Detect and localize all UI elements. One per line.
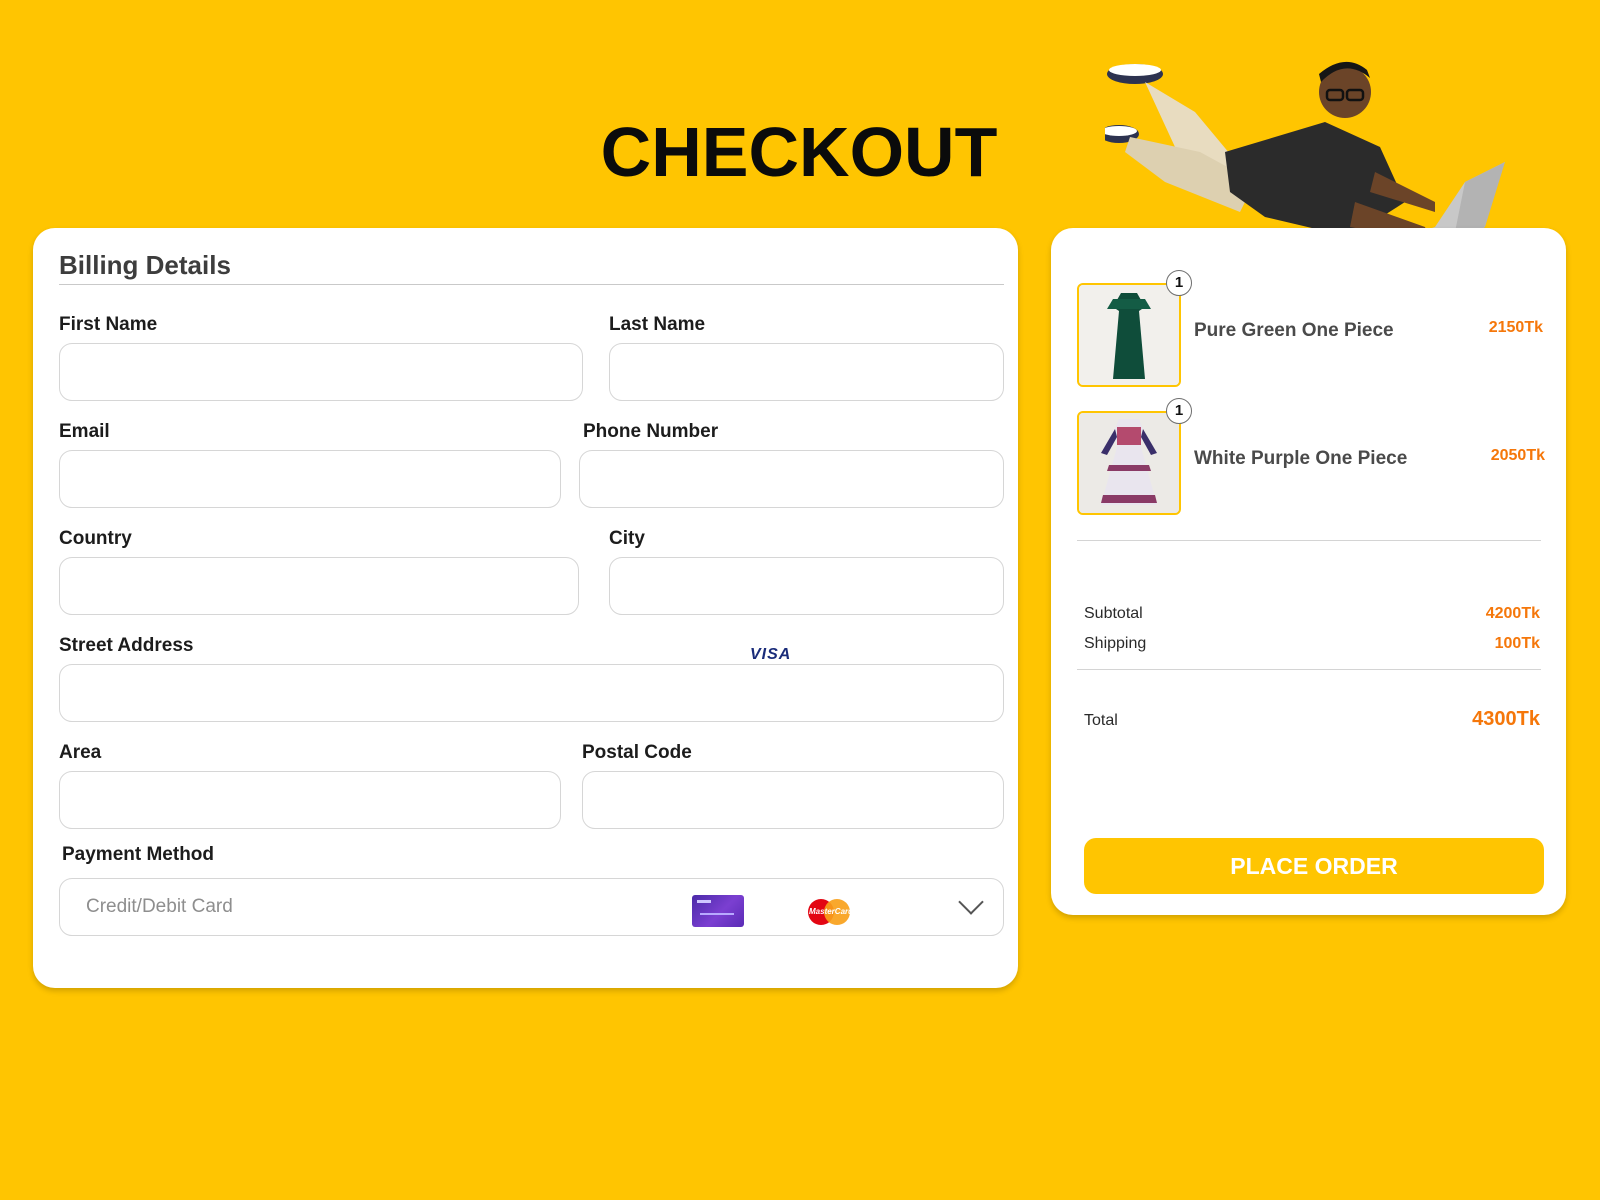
mastercard-icon: MasterCard: [808, 899, 853, 925]
item-name: Pure Green One Piece: [1194, 320, 1394, 341]
phone-number-label: Phone Number: [583, 421, 719, 442]
item-name: White Purple One Piece: [1194, 448, 1408, 469]
chevron-down-icon[interactable]: [958, 889, 984, 915]
city-input[interactable]: [609, 557, 1004, 615]
credit-card-icon: [692, 895, 744, 927]
country-input[interactable]: [59, 557, 579, 615]
billing-details-card: Billing Details First Name Last Name Ema…: [33, 228, 1018, 988]
postal-code-label: Postal Code: [582, 742, 692, 763]
shipping-value: 100Tk: [1494, 635, 1540, 652]
item-price: 2050Tk: [1490, 447, 1545, 464]
area-label: Area: [59, 742, 102, 763]
payment-method-label: Payment Method: [62, 844, 215, 865]
cart-item: 1 Pure Green One Piece 2150Tk: [1077, 270, 1547, 389]
visa-icon: VISA: [750, 646, 792, 663]
billing-details-title: Billing Details: [59, 250, 231, 280]
last-name-label: Last Name: [609, 314, 706, 335]
order-summary-card: 1 Pure Green One Piece 2150Tk 1 White Pu…: [1051, 228, 1566, 915]
area-input[interactable]: [59, 771, 561, 829]
summary-divider: [1077, 669, 1541, 670]
first-name-label: First Name: [59, 314, 158, 335]
last-name-input[interactable]: [609, 343, 1004, 401]
email-input[interactable]: [59, 450, 561, 508]
item-price: 2150Tk: [1488, 319, 1543, 336]
cart-item: 1 White Purple One Piece 2050Tk: [1077, 398, 1547, 517]
summary-divider: [1077, 540, 1541, 541]
product-thumbnail[interactable]: [1077, 283, 1181, 387]
quantity-badge: 1: [1166, 270, 1192, 296]
subtotal-label: Subtotal: [1084, 605, 1143, 622]
country-label: Country: [59, 528, 132, 549]
payment-method-value: Credit/Debit Card: [86, 896, 233, 917]
postal-code-input[interactable]: [582, 771, 1004, 829]
shipping-label: Shipping: [1084, 635, 1147, 652]
phone-number-input[interactable]: [579, 450, 1004, 508]
street-address-input[interactable]: [59, 664, 1004, 722]
city-label: City: [609, 528, 645, 549]
subtotal-value: 4200Tk: [1485, 605, 1540, 622]
first-name-input[interactable]: [59, 343, 583, 401]
payment-method-select[interactable]: Credit/Debit Card MasterCard: [59, 878, 1004, 936]
section-divider: [59, 284, 1004, 285]
total-label: Total: [1084, 712, 1118, 729]
street-address-label: Street Address: [59, 635, 194, 656]
product-thumbnail[interactable]: [1077, 411, 1181, 515]
total-value: 4300Tk: [1472, 708, 1540, 730]
email-label: Email: [59, 421, 110, 442]
quantity-badge: 1: [1166, 398, 1192, 424]
place-order-button[interactable]: PLACE ORDER: [1084, 838, 1544, 894]
